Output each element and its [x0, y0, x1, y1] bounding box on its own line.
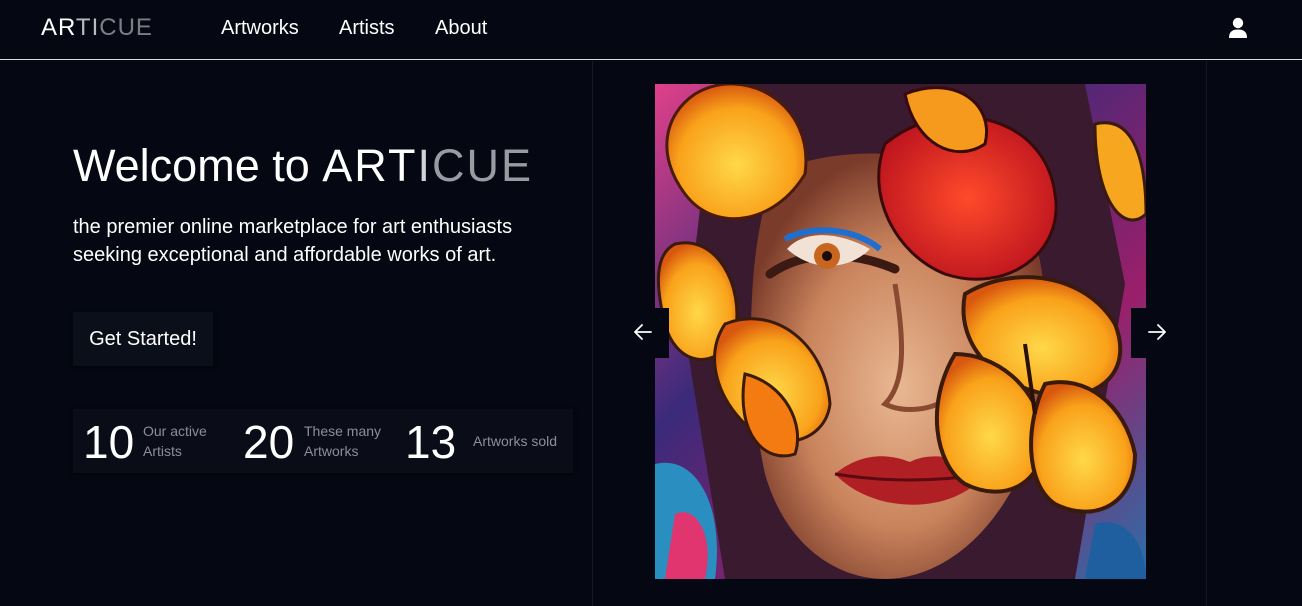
- brand-logo-part: TI: [75, 14, 100, 41]
- carousel-next-button[interactable]: [1131, 308, 1183, 358]
- hero-subtitle: the premier online marketplace for art e…: [73, 216, 513, 266]
- get-started-button[interactable]: Get Started!: [73, 312, 213, 366]
- hero-brand-part: CUE: [431, 140, 533, 191]
- hero-brand-part: I: [417, 140, 432, 191]
- brand-logo[interactable]: ARTICUE: [41, 14, 153, 42]
- stats-panel: 10 Our active Artists 20 These many Artw…: [73, 409, 573, 473]
- stat-label: These many: [304, 423, 382, 439]
- column-divider: [592, 61, 593, 606]
- carousel-prev-button[interactable]: [617, 308, 669, 358]
- nav-link-artworks[interactable]: Artworks: [221, 17, 299, 40]
- hero-title: Welcome to ARTICUE: [73, 140, 533, 192]
- hero-brand-word: ARTICUE: [322, 140, 533, 191]
- stat-label: Our active: [143, 423, 207, 439]
- column-divider: [1206, 61, 1207, 606]
- stat-active-artists: 10 Our active Artists: [73, 409, 238, 473]
- stat-value: 13: [405, 416, 457, 468]
- user-icon[interactable]: [1228, 17, 1248, 39]
- nav-link-artists[interactable]: Artists: [339, 17, 395, 40]
- stat-label: Artworks sold: [473, 433, 558, 449]
- stat-label: Artworks: [304, 443, 359, 459]
- brand-logo-part: AR: [41, 14, 76, 41]
- arrow-left-icon: [634, 323, 652, 343]
- stat-label: Artists: [143, 443, 182, 459]
- hero-brand-part: ART: [322, 140, 418, 191]
- stat-artworks: 20 These many Artworks: [233, 409, 403, 473]
- stat-value: 20: [243, 416, 295, 468]
- nav-link-about[interactable]: About: [435, 17, 487, 40]
- navbar: ARTICUE Artworks Artists About: [0, 0, 1302, 60]
- stat-value: 10: [83, 416, 135, 468]
- artwork-image: [655, 84, 1146, 579]
- arrow-right-icon: [1148, 323, 1166, 343]
- stat-artworks-sold: 13 Artworks sold: [395, 409, 573, 473]
- hero-title-prefix: Welcome to: [73, 140, 310, 191]
- brand-logo-part: CUE: [99, 14, 153, 41]
